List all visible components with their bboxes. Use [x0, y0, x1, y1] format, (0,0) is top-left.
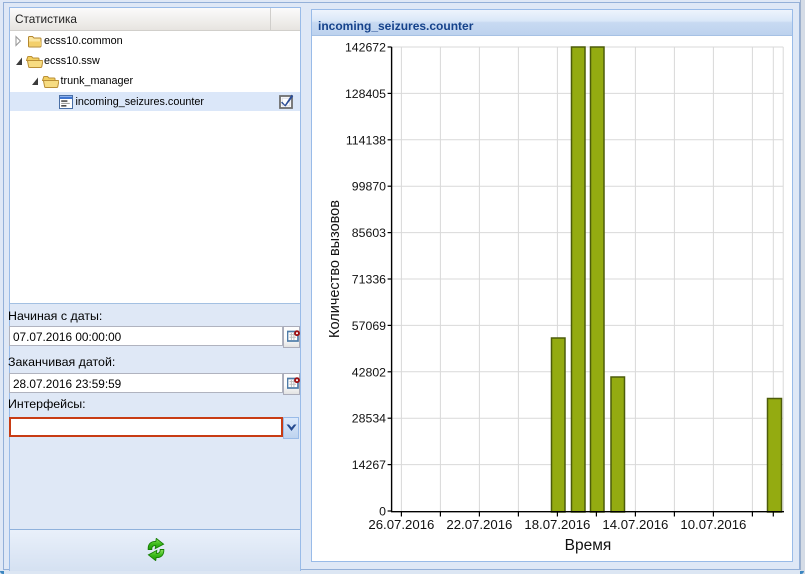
svg-text:22.07.2016: 22.07.2016	[446, 517, 512, 532]
svg-text:26.07.2016: 26.07.2016	[368, 517, 434, 532]
svg-text:85603: 85603	[352, 226, 386, 240]
svg-text:14267: 14267	[352, 458, 386, 472]
svg-text:42802: 42802	[352, 365, 386, 379]
svg-text:10.07.2016: 10.07.2016	[680, 517, 746, 532]
svg-text:99870: 99870	[352, 180, 386, 194]
svg-text:57069: 57069	[352, 319, 386, 333]
svg-text:Количество вызовов: Количество вызовов	[327, 200, 343, 338]
svg-text:114138: 114138	[346, 133, 386, 147]
svg-text:Время: Время	[565, 537, 612, 554]
svg-text:18.07.2016: 18.07.2016	[524, 517, 590, 532]
svg-text:71336: 71336	[352, 273, 386, 287]
svg-text:142672: 142672	[345, 41, 386, 55]
svg-text:28534: 28534	[352, 412, 386, 426]
svg-text:14.07.2016: 14.07.2016	[602, 517, 668, 532]
svg-text:128405: 128405	[345, 87, 386, 101]
